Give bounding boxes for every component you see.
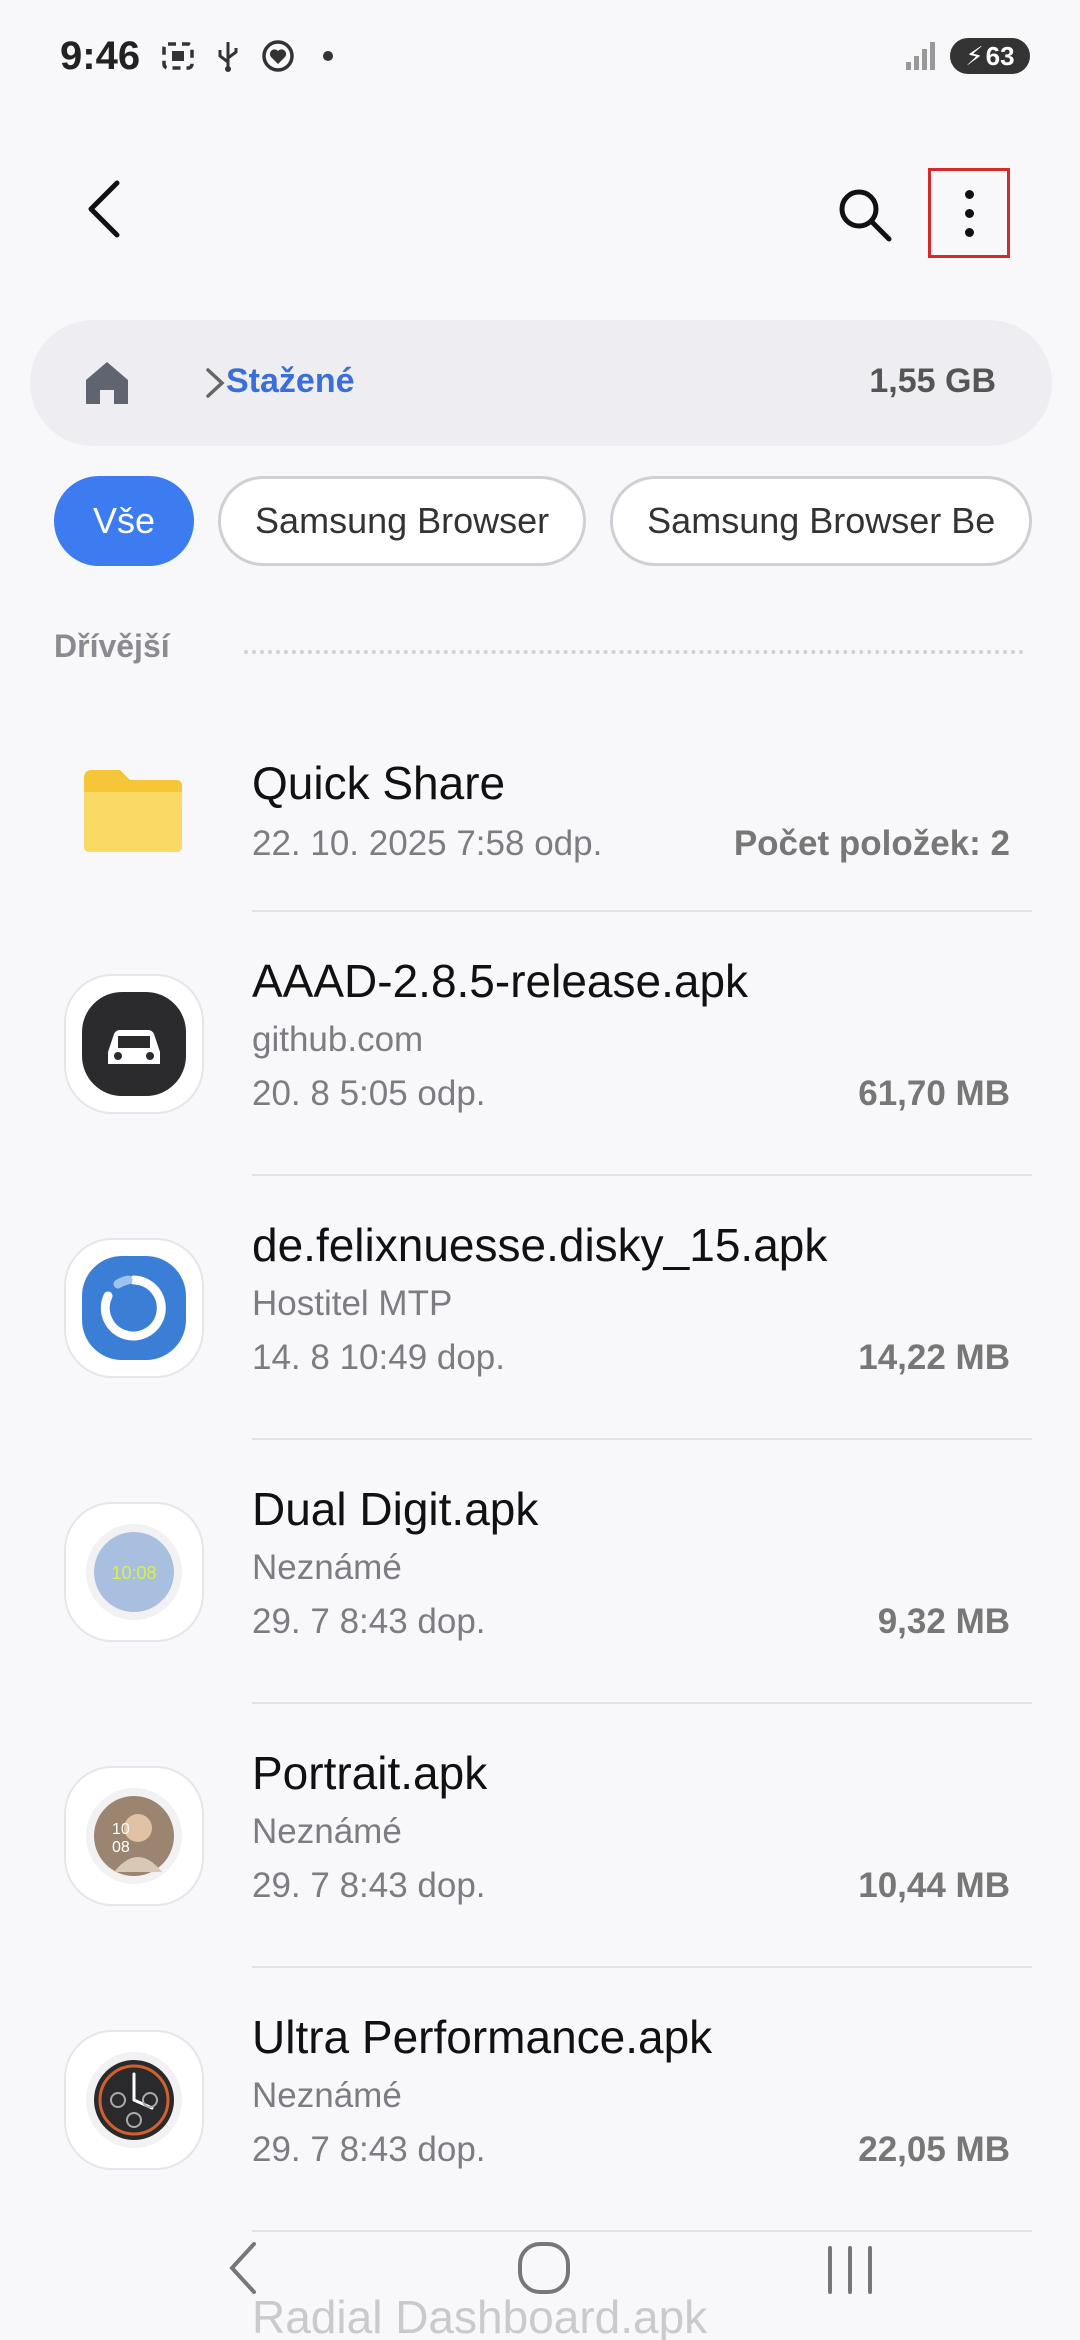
file-source: Hostitel MTP [252, 1284, 453, 1323]
file-date: 29. 7 8:43 dop. [252, 1866, 486, 1905]
file-list: Quick Share 22. 10. 2025 7:58 odp. Počet… [0, 700, 1080, 2232]
watchface-portrait-icon: 10 08 [86, 1788, 182, 1884]
chip-all[interactable]: Vše [54, 476, 195, 566]
charging-icon: ⚡ [965, 40, 984, 71]
nav-back-icon[interactable] [222, 2238, 262, 2298]
list-item[interactable]: 10:08 Dual Digit.apk Neznámé 29. 7 8:43 … [0, 1440, 1080, 1704]
status-time: 9:46 [60, 34, 141, 78]
app-icon-frame [66, 976, 202, 1112]
file-name: Ultra Performance.apk [252, 2011, 713, 2063]
chip-samsung-browser-beta[interactable]: Samsung Browser Be [610, 476, 1033, 566]
watchface-ultra-icon [86, 2052, 182, 2148]
app-icon-frame: 10 08 [66, 1768, 202, 1904]
section-header: Dřívější [54, 628, 1024, 678]
file-name: Portrait.apk [252, 1747, 488, 1799]
file-size: 22,05 MB [858, 2130, 1010, 2169]
file-size: 9,32 MB [877, 1602, 1010, 1641]
status-right: ⚡ 63 [902, 38, 1030, 74]
file-date: 20. 8 5:05 odp. [252, 1074, 486, 1113]
item-count: Počet položek: 2 [733, 824, 1010, 863]
file-date: 22. 10. 2025 7:58 odp. [252, 824, 603, 863]
list-item[interactable]: de.felixnuesse.disky_15.apk Hostitel MTP… [0, 1176, 1080, 1440]
more-vert-icon [964, 189, 974, 199]
nav-home-icon[interactable] [516, 2240, 572, 2296]
app-bar [0, 150, 1080, 270]
disky-app-icon [82, 1256, 186, 1360]
more-options-button[interactable] [928, 168, 1010, 258]
more-vert-dot [964, 227, 974, 237]
search-button[interactable] [830, 180, 900, 250]
storage-size: 1,55 GB [869, 362, 996, 400]
car-app-icon [82, 992, 186, 1096]
path-bar: Stažené 1,55 GB [30, 320, 1052, 446]
dot-icon [323, 51, 333, 61]
file-name: Dual Digit.apk [252, 1483, 539, 1535]
status-notification-icons [160, 38, 346, 74]
list-item[interactable]: Ultra Performance.apk Neznámé 29. 7 8:43… [0, 1968, 1080, 2232]
filter-chips: Vše Samsung Browser Samsung Browser Be [54, 476, 1039, 572]
usb-icon [218, 42, 238, 72]
screenshot-icon [162, 42, 194, 70]
file-date: 14. 8 10:49 dop. [252, 1338, 505, 1377]
file-date: 29. 7 8:43 dop. [252, 2130, 486, 2169]
file-size: 61,70 MB [858, 1074, 1010, 1113]
app-icon-frame [66, 2032, 202, 2168]
watchface-dual-digit-icon: 10:08 [86, 1524, 182, 1620]
status-bar: 9:46 ⚡ 63 [0, 0, 1080, 120]
app-icon-frame [66, 1240, 202, 1376]
file-name: Quick Share [252, 757, 506, 809]
svg-text:10:08: 10:08 [111, 1563, 156, 1583]
nav-recents-icon[interactable] [822, 2242, 878, 2298]
file-source: Neznámé [252, 2076, 402, 2115]
list-item[interactable]: 10 08 Portrait.apk Neznámé 29. 7 8:43 do… [0, 1704, 1080, 1968]
more-vert-dot [964, 208, 974, 218]
breadcrumb-current-folder[interactable]: Stažené [226, 362, 355, 401]
file-size: 14,22 MB [858, 1338, 1010, 1377]
folder-icon [84, 770, 182, 852]
health-icon [262, 40, 294, 72]
svg-text:08: 08 [112, 1839, 130, 1856]
file-source: Neznámé [252, 1548, 402, 1587]
list-item[interactable]: AAAD-2.8.5-release.apk github.com 20. 8 … [0, 912, 1080, 1176]
battery-level: 63 [985, 40, 1015, 71]
battery-indicator: ⚡ 63 [950, 38, 1030, 74]
back-arrow-icon [88, 180, 120, 238]
search-icon [839, 189, 892, 242]
file-source: github.com [252, 1020, 424, 1059]
back-button[interactable] [70, 174, 140, 244]
signal-icon [906, 42, 935, 70]
navigation-bar [0, 2200, 1080, 2340]
app-icon-frame: 10:08 [66, 1504, 202, 1640]
home-icon[interactable] [82, 358, 132, 408]
file-size: 10,44 MB [858, 1866, 1010, 1905]
chip-samsung-browser[interactable]: Samsung Browser [218, 476, 587, 566]
file-source: Neznámé [252, 1812, 402, 1851]
file-date: 29. 7 8:43 dop. [252, 1602, 486, 1641]
list-item[interactable]: Quick Share 22. 10. 2025 7:58 odp. Počet… [0, 700, 1080, 912]
file-name: AAAD-2.8.5-release.apk [252, 955, 749, 1007]
section-label: Dřívější [54, 628, 170, 665]
file-name: de.felixnuesse.disky_15.apk [252, 1219, 828, 1271]
svg-text:10: 10 [112, 1821, 130, 1838]
section-divider [244, 650, 1024, 654]
